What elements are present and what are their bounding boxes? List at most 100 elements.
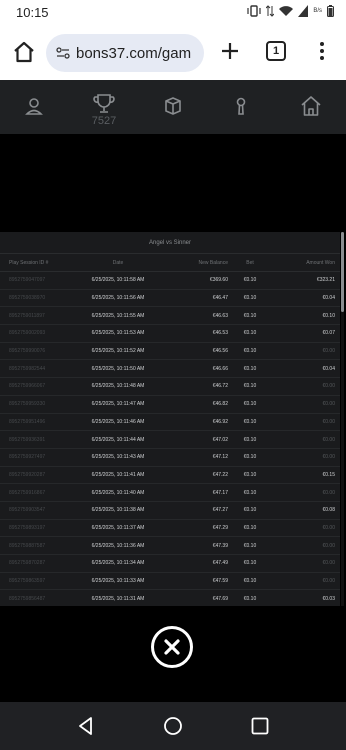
vibrate-icon [247,5,261,17]
cell-new-balance: €47.49 [212,560,228,567]
cell-session-id: 8952759916867 [9,489,46,496]
cell-new-balance: €46.56 [212,348,228,355]
recents-icon[interactable] [250,716,270,736]
site-settings-icon[interactable] [56,46,70,60]
cell-session-id: 8952759966067 [9,383,46,390]
cell-new-balance: €46.92 [212,418,228,425]
table-row[interactable]: 8952759038970 6/25/2025, 10:11:56 AM €46.4… [0,290,340,308]
cell-date: 6/25/2025, 10:11:34 AM [91,560,145,567]
cell-amount-won: €323.21 [316,277,335,284]
table-row[interactable]: 8952759916867 6/25/2025, 10:11:40 AM €47.1… [0,484,340,502]
cell-session-id: 8952759936391 [9,436,46,443]
cell-new-balance: €47.02 [212,436,228,443]
table-row[interactable]: 8952759990076 6/25/2025, 10:11:52 AM €46.5… [0,343,340,361]
url-text[interactable]: bons37.com/gam [76,45,191,62]
status-icons: B/s [247,5,334,17]
table-row[interactable]: 8952759936391 6/25/2025, 10:11:44 AM €47.0… [0,431,340,449]
table-row[interactable]: 8952759011897 6/25/2025, 10:11:55 AM €46.6… [0,307,340,326]
lobby-home-icon[interactable] [299,94,323,118]
cell-amount-won: €0.00 [322,348,335,355]
cell-new-balance: €47.59 [212,578,228,585]
home-icon[interactable] [12,40,36,64]
cell-new-balance: €47.29 [212,524,228,531]
cell-new-balance: €47.69 [212,595,228,602]
table-scrollbar[interactable] [341,232,344,606]
table-row[interactable]: 8952759870287 6/25/2025, 10:11:34 AM €47.4… [0,555,340,573]
table-row[interactable]: 8952759863597 6/25/2025, 10:11:33 AM €47.5… [0,573,340,591]
table-row[interactable]: 8952759982544 6/25/2025, 10:11:50 AM €46.6… [0,360,340,379]
cell-date: 6/25/2025, 10:11:43 AM [91,454,145,461]
rewards-box-icon[interactable] [161,94,185,118]
cell-date: 6/25/2025, 10:11:58 AM [91,277,145,284]
cell-session-id: 8952759887587 [9,542,46,549]
cell-session-id: 8952759903547 [9,507,46,514]
table-row[interactable]: 8952759047097 6/25/2025, 10:11:58 AM €369.… [0,272,340,290]
cell-new-balance: €46.82 [212,401,228,408]
cell-amount-won: €0.00 [322,401,335,408]
table-row[interactable]: 8952759856487 6/25/2025, 10:11:31 AM €47.6… [0,590,340,606]
status-time: 10:15 [16,5,49,20]
wifi-icon [279,6,294,16]
cell-session-id: 8952759038970 [9,295,46,302]
table-row[interactable]: 8952759927497 6/25/2025, 10:11:43 AM €47.1… [0,449,340,467]
cell-amount-won: €0.00 [322,454,335,461]
table-header: Play Session ID # Date New Balance Bet A… [0,254,340,272]
home-nav-icon[interactable] [163,716,183,736]
table-row[interactable]: 8952759920287 6/25/2025, 10:11:41 AM €47.2… [0,467,340,485]
table-row[interactable]: 8952759959330 6/25/2025, 10:11:47 AM €46.8… [0,396,340,414]
cell-amount-won: €0.00 [322,578,335,585]
cell-new-balance: €46.66 [212,365,228,372]
cell-bet: €0.10 [243,471,257,478]
table-row[interactable]: 8952759887587 6/25/2025, 10:11:36 AM €47.3… [0,537,340,555]
cell-date: 6/25/2025, 10:11:41 AM [91,471,145,478]
cell-date: 6/25/2025, 10:11:40 AM [91,489,145,496]
cell-amount-won: €0.00 [322,542,335,549]
signal-icon [298,5,309,17]
android-nav-bar [0,702,346,750]
cell-session-id: 8952759047097 [9,277,46,284]
cell-bet: €0.10 [243,507,257,514]
cell-bet: €0.10 [243,295,257,302]
cell-bet: €0.10 [243,560,257,567]
more-menu-icon[interactable] [314,39,330,63]
table-row[interactable]: 8952759002093 6/25/2025, 10:11:53 AM €46.5… [0,325,340,343]
back-icon[interactable] [76,716,96,736]
scrollbar-thumb[interactable] [341,232,344,312]
cell-session-id: 8952759856487 [9,595,46,602]
table-body: 8952759047097 6/25/2025, 10:11:58 AM €369.… [0,272,340,606]
cell-amount-won: €0.00 [322,560,335,567]
trophy-icon[interactable] [92,92,116,116]
bet-history-panel: Angel vs Sinner Play Session ID # Date N… [0,232,340,606]
cell-session-id: 8952759990076 [9,348,46,355]
table-row[interactable]: 8952759903547 6/25/2025, 10:11:38 AM €47.2… [0,502,340,520]
cell-session-id: 8952759863597 [9,578,46,585]
cell-session-id: 8952759927497 [9,454,46,461]
table-row[interactable]: 8952759893197 6/25/2025, 10:11:37 AM €47.2… [0,520,340,538]
new-tab-icon[interactable] [218,39,242,63]
cell-amount-won: €0.00 [322,418,335,425]
cell-new-balance: €47.27 [212,507,228,514]
close-icon [164,639,180,655]
battery-icon [327,5,334,17]
close-button[interactable] [151,626,193,668]
cell-amount-won: €0.00 [322,489,335,496]
cell-date: 6/25/2025, 10:11:48 AM [91,383,145,390]
cell-bet: €0.10 [243,383,257,390]
cell-date: 6/25/2025, 10:11:55 AM [91,312,145,319]
cell-bet: €0.10 [243,595,257,602]
game-nav-bar: 7527 [0,80,346,134]
cell-session-id: 8952759959330 [9,401,46,408]
table-row[interactable]: 8952759951496 6/25/2025, 10:11:46 AM €46.9… [0,414,340,432]
table-row[interactable]: 8952759966067 6/25/2025, 10:11:48 AM €46.7… [0,378,340,396]
cell-date: 6/25/2025, 10:11:50 AM [91,365,145,372]
cell-session-id: 8952759002093 [9,330,46,337]
tab-switcher-button[interactable]: 1 [266,41,286,61]
keyhole-icon[interactable] [229,94,253,118]
cell-new-balance: €46.63 [212,312,228,319]
cell-amount-won: €0.04 [322,365,335,372]
cell-bet: €0.10 [243,489,257,496]
tab-count: 1 [272,45,280,57]
address-bar[interactable]: bons37.com/gam [46,34,204,72]
cell-amount-won: €0.07 [322,330,335,337]
profile-icon[interactable] [22,94,46,118]
